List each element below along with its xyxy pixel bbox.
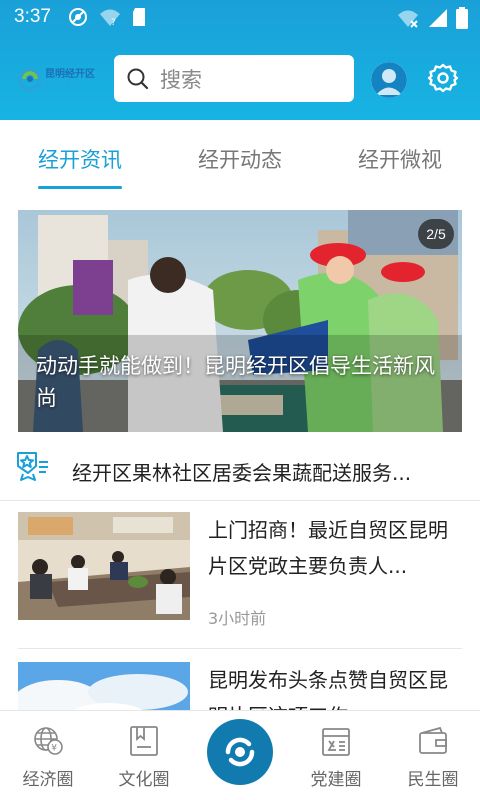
logo-cn: 昆明经开区 <box>45 69 95 80</box>
sd-card-icon <box>133 8 145 26</box>
tab-bar: 经开资讯 经开动态 经开微视 <box>0 120 480 196</box>
nav-economy[interactable]: ¥ 经济圈 <box>7 711 87 800</box>
active-tab-indicator <box>38 186 122 189</box>
center-logo-icon <box>225 737 255 767</box>
news-thumbnail <box>18 512 190 620</box>
news-time: 3小时前 <box>208 609 267 628</box>
search-input[interactable]: 搜索 <box>114 55 354 102</box>
gear-icon[interactable] <box>427 62 459 94</box>
status-time: 3:37 <box>14 6 51 27</box>
status-left-icons: ? <box>68 7 146 27</box>
nav-culture[interactable]: 文化圈 <box>103 711 183 800</box>
notice-bar[interactable]: 经开区果林社区居委会果蔬配送服务... <box>0 438 480 500</box>
globe-yuan-icon: ¥ <box>34 727 63 755</box>
wallet-icon <box>419 726 447 754</box>
nav-party-building[interactable]: 党建圈 <box>295 711 375 800</box>
header: 3:37 ? 昆明经开区 KETDZ 搜索 <box>0 0 480 120</box>
divider <box>18 648 462 649</box>
banner-page-indicator: 2/5 <box>418 219 454 249</box>
search-placeholder: 搜索 <box>160 67 202 92</box>
news-title: 上门招商！最近自贸区昆明片区党政主要负责人... <box>208 518 448 578</box>
nav-livelihood[interactable]: 民生圈 <box>392 711 472 800</box>
notice-text: 经开区果林社区居委会果蔬配送服务... <box>72 461 412 485</box>
tab-dynamics[interactable]: 经开动态 <box>198 144 282 174</box>
wifi-unknown-icon: ? <box>100 9 120 27</box>
tab-video[interactable]: 经开微视 <box>358 144 442 174</box>
tab-news[interactable]: 经开资讯 <box>38 144 122 174</box>
announcement-icon <box>17 452 48 481</box>
logo-en: KETDZ <box>45 81 81 88</box>
svg-text:¥: ¥ <box>51 744 57 754</box>
svg-text:?: ? <box>111 18 116 27</box>
avatar[interactable] <box>371 62 407 98</box>
logo-mark-icon <box>18 67 42 91</box>
party-building-icon <box>322 728 350 756</box>
nav-label: 民生圈 <box>407 770 459 790</box>
nav-label: 党建圈 <box>310 770 362 790</box>
app-root: 3:37 ? 昆明经开区 KETDZ 搜索 经开资讯 经开动态 经开微视 2/5… <box>0 0 480 800</box>
list-item[interactable]: 昆明发布头条点赞自贸区昆明片区这项工作 <box>0 662 480 710</box>
center-home-button[interactable] <box>207 719 273 785</box>
signal-icon <box>429 9 447 27</box>
search-icon <box>127 68 149 89</box>
news-thumbnail <box>18 662 190 710</box>
book-icon <box>130 726 158 756</box>
nav-label: 文化圈 <box>118 770 170 790</box>
news-title: 昆明发布头条点赞自贸区昆明片区这项工作 <box>208 668 448 710</box>
nav-label: 经济圈 <box>22 770 74 790</box>
bottom-nav: ¥ 经济圈 文化圈 党建圈 民生圈 <box>0 710 480 800</box>
logo-text: 昆明经开区 KETDZ <box>45 70 95 88</box>
banner-caption: 动动手就能做到！昆明经开区倡导生活新风尚 <box>36 354 435 410</box>
wifi-off-icon <box>398 10 418 28</box>
banner-carousel[interactable]: 2/5 动动手就能做到！昆明经开区倡导生活新风尚 <box>18 210 462 432</box>
logo[interactable]: 昆明经开区 KETDZ <box>18 66 100 92</box>
status-right-icons <box>396 7 468 29</box>
status-bar: 3:37 ? <box>0 0 480 36</box>
battery-icon <box>456 7 468 29</box>
meeting-photo <box>18 512 190 620</box>
divider <box>0 500 480 501</box>
no-disturb-icon <box>69 8 87 26</box>
sky-photo <box>18 662 190 710</box>
avatar-icon <box>371 62 407 98</box>
